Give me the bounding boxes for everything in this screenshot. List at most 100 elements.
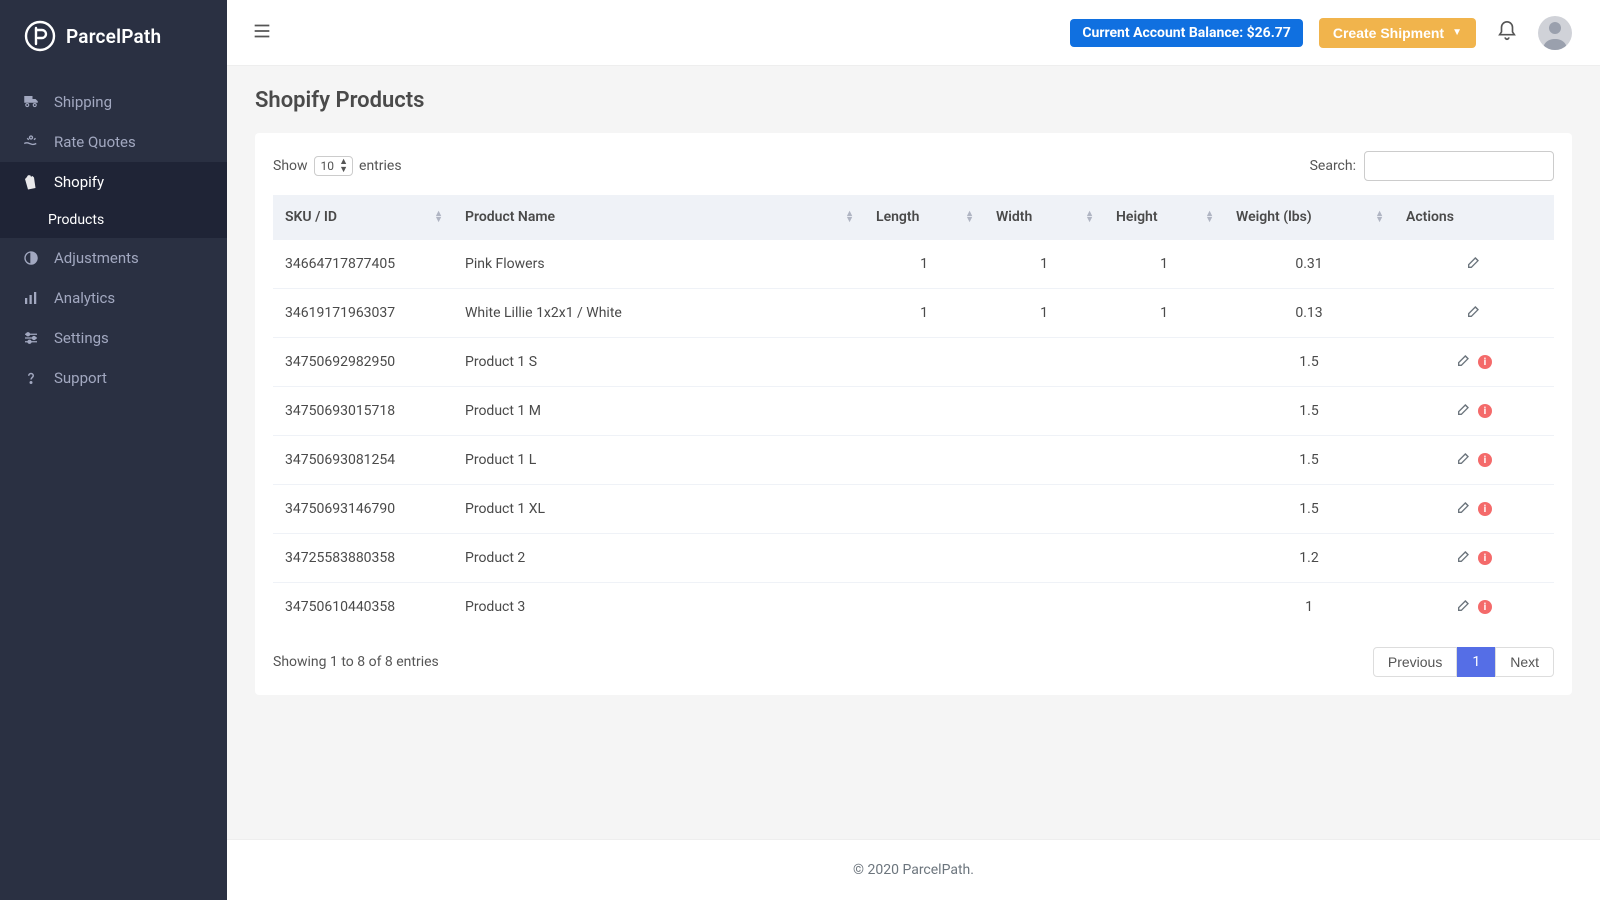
sort-icon: ▲▼ xyxy=(965,211,974,223)
edit-icon[interactable] xyxy=(1456,597,1472,617)
nav: Shipping Rate Quotes Shopify Products xyxy=(0,72,227,900)
warning-icon[interactable]: i xyxy=(1478,551,1492,565)
cell-actions: i xyxy=(1394,583,1554,632)
products-table: SKU / ID▲▼ Product Name▲▼ Length▲▼ Width… xyxy=(273,195,1554,631)
edit-icon[interactable] xyxy=(1456,352,1472,372)
sidebar-item-settings[interactable]: Settings xyxy=(0,318,227,358)
table-row: 34619171963037White Lillie 1x2x1 / White… xyxy=(273,289,1554,338)
sidebar-item-analytics[interactable]: Analytics xyxy=(0,278,227,318)
cell-height: 1 xyxy=(1104,240,1224,289)
edit-icon[interactable] xyxy=(1456,401,1472,421)
sort-icon: ▲▼ xyxy=(434,211,443,223)
warning-icon[interactable]: i xyxy=(1478,404,1492,418)
col-header-length[interactable]: Length▲▼ xyxy=(864,195,984,240)
create-shipment-button[interactable]: Create Shipment ▼ xyxy=(1319,18,1476,48)
sidebar-item-shipping[interactable]: Shipping xyxy=(0,82,227,122)
cell-length: 1 xyxy=(864,289,984,338)
chevron-down-icon: ▼ xyxy=(1452,27,1462,38)
question-icon xyxy=(22,369,40,387)
hand-coins-icon xyxy=(22,133,40,151)
cell-name: Product 1 M xyxy=(453,387,864,436)
previous-button[interactable]: Previous xyxy=(1373,647,1457,677)
select-caret-icon: ▲▼ xyxy=(339,158,348,174)
cell-sku: 34725583880358 xyxy=(273,534,453,583)
table-row: 34750693146790Product 1 XL1.5i xyxy=(273,485,1554,534)
cell-height xyxy=(1104,338,1224,387)
create-shipment-label: Create Shipment xyxy=(1333,25,1444,41)
cell-name: Product 1 S xyxy=(453,338,864,387)
cell-height xyxy=(1104,387,1224,436)
products-card: Show 10 ▲▼ entries Search: xyxy=(255,133,1572,695)
col-header-sku[interactable]: SKU / ID▲▼ xyxy=(273,195,453,240)
bar-chart-icon xyxy=(22,289,40,307)
page-title: Shopify Products xyxy=(255,88,1572,113)
entries-select[interactable]: 10 ▲▼ xyxy=(314,156,354,176)
cell-height xyxy=(1104,436,1224,485)
edit-icon[interactable] xyxy=(1456,499,1472,519)
col-header-width[interactable]: Width▲▼ xyxy=(984,195,1104,240)
cell-weight: 0.13 xyxy=(1224,289,1394,338)
page-number[interactable]: 1 xyxy=(1457,647,1495,677)
cell-actions: i xyxy=(1394,534,1554,583)
cell-actions: i xyxy=(1394,338,1554,387)
cell-sku: 34750693146790 xyxy=(273,485,453,534)
table-row: 34750610440358Product 31i xyxy=(273,583,1554,632)
edit-icon[interactable] xyxy=(1466,303,1482,323)
sidebar-item-label: Adjustments xyxy=(54,249,139,267)
cell-length xyxy=(864,387,984,436)
search-input[interactable] xyxy=(1364,151,1554,181)
cell-height xyxy=(1104,485,1224,534)
sidebar-item-label: Analytics xyxy=(54,289,115,307)
cell-length xyxy=(864,534,984,583)
avatar[interactable] xyxy=(1538,16,1572,50)
edit-icon[interactable] xyxy=(1456,450,1472,470)
cell-width: 1 xyxy=(984,240,1104,289)
cell-weight: 1.2 xyxy=(1224,534,1394,583)
search-label: Search: xyxy=(1310,158,1356,174)
warning-icon[interactable]: i xyxy=(1478,453,1492,467)
pagination: Previous 1 Next xyxy=(1373,647,1554,677)
cell-name: White Lillie 1x2x1 / White xyxy=(453,289,864,338)
warning-icon[interactable]: i xyxy=(1478,600,1492,614)
cell-width xyxy=(984,534,1104,583)
cell-length xyxy=(864,436,984,485)
shopify-icon xyxy=(22,173,40,191)
account-balance-badge[interactable]: Current Account Balance: $26.77 xyxy=(1070,19,1303,47)
warning-icon[interactable]: i xyxy=(1478,502,1492,516)
logo-icon xyxy=(22,18,58,54)
sidebar-item-support[interactable]: Support xyxy=(0,358,227,398)
bell-icon[interactable] xyxy=(1492,16,1522,50)
table-row: 34664717877405Pink Flowers1110.31 xyxy=(273,240,1554,289)
footer: © 2020 ParcelPath. xyxy=(227,839,1600,900)
cell-actions xyxy=(1394,289,1554,338)
sliders-icon xyxy=(22,329,40,347)
warning-icon[interactable]: i xyxy=(1478,355,1492,369)
cell-name: Pink Flowers xyxy=(453,240,864,289)
edit-icon[interactable] xyxy=(1456,548,1472,568)
next-button[interactable]: Next xyxy=(1495,647,1554,677)
edit-icon[interactable] xyxy=(1466,254,1482,274)
brand-logo[interactable]: ParcelPath xyxy=(0,0,227,72)
hamburger-icon[interactable] xyxy=(245,14,279,52)
sidebar-item-label: Rate Quotes xyxy=(54,133,136,151)
sidebar-item-rate-quotes[interactable]: Rate Quotes xyxy=(0,122,227,162)
brand-name: ParcelPath xyxy=(66,25,161,48)
show-label-post: entries xyxy=(359,158,402,174)
cell-width xyxy=(984,338,1104,387)
show-label-pre: Show xyxy=(273,158,308,174)
cell-actions: i xyxy=(1394,436,1554,485)
col-header-height[interactable]: Height▲▼ xyxy=(1104,195,1224,240)
sidebar-item-label: Shipping xyxy=(54,93,112,111)
cell-weight: 1 xyxy=(1224,583,1394,632)
cell-name: Product 1 XL xyxy=(453,485,864,534)
col-header-name[interactable]: Product Name▲▼ xyxy=(453,195,864,240)
col-header-actions: Actions xyxy=(1394,195,1554,240)
sidebar-item-shopify[interactable]: Shopify xyxy=(0,162,227,202)
cell-width xyxy=(984,387,1104,436)
col-header-weight[interactable]: Weight (lbs)▲▼ xyxy=(1224,195,1394,240)
sidebar-item-adjustments[interactable]: Adjustments xyxy=(0,238,227,278)
footer-text: © 2020 ParcelPath. xyxy=(853,862,974,878)
cell-actions: i xyxy=(1394,485,1554,534)
cell-width: 1 xyxy=(984,289,1104,338)
sidebar-subitem-products[interactable]: Products xyxy=(0,202,227,238)
